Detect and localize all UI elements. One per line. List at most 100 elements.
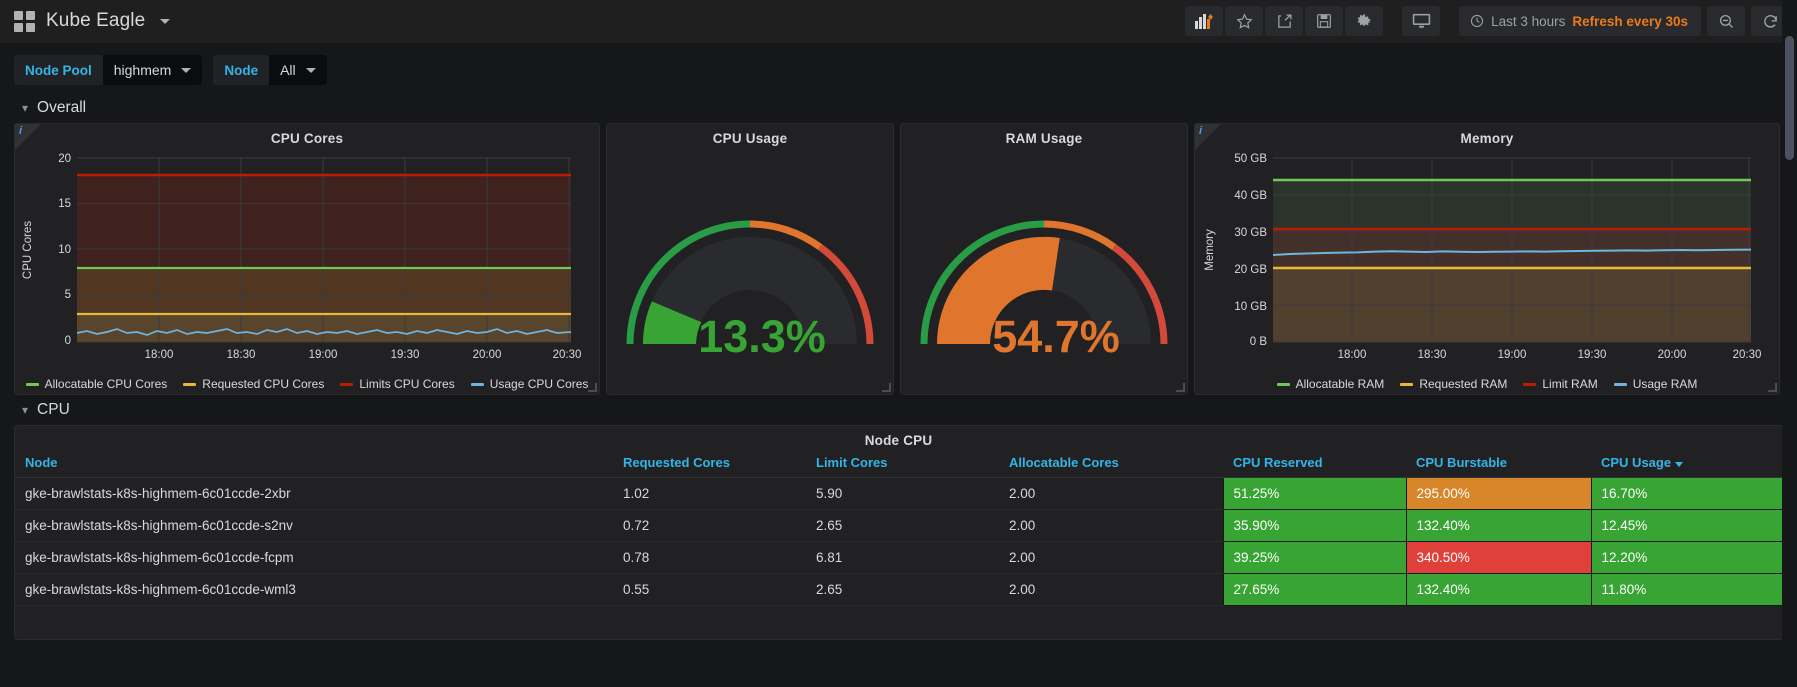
svg-text:19:30: 19:30 — [1578, 349, 1607, 361]
dashboard-brand[interactable]: Kube Eagle — [14, 10, 171, 32]
panel-resize-handle[interactable] — [588, 383, 597, 392]
row-header-overall[interactable]: ▾ Overall — [0, 93, 1797, 123]
cell-allocatable-cores: 2.00 — [999, 509, 1223, 542]
cell-node: gke-brawlstats-k8s-highmem-6c01ccde-s2nv — [15, 509, 613, 542]
legend-item[interactable]: Allocatable RAM — [1276, 377, 1384, 391]
table-row[interactable]: gke-brawlstats-k8s-highmem-6c01ccde-fcpm… — [15, 541, 1782, 574]
settings-button[interactable] — [1345, 6, 1384, 36]
legend-item[interactable]: Limit RAM — [1523, 377, 1598, 391]
panel-cpu-cores: i CPU Cores 20 15 10 5 0 CPU Cores 18:00… — [14, 123, 600, 395]
variable-node-value: All — [280, 62, 296, 78]
refresh-interval-label: Refresh every 30s — [1572, 13, 1688, 29]
svg-text:20: 20 — [58, 153, 71, 165]
cell-cpu-reserved: 27.65% — [1222, 573, 1407, 606]
memory-legend: Allocatable RAM Requested RAM Limit RAM … — [1195, 373, 1779, 391]
memory-graph[interactable]: 50 GB 40 GB 30 GB 20 GB 10 GB 0 B Memory — [1195, 146, 1779, 373]
node-cpu-table: Node Requested Cores Limit Cores Allocat… — [15, 448, 1782, 606]
save-button[interactable] — [1305, 6, 1344, 36]
info-icon: i — [1199, 125, 1203, 137]
table-body: gke-brawlstats-k8s-highmem-6c01ccde-2xbr… — [15, 477, 1782, 606]
overall-panel-row: i CPU Cores 20 15 10 5 0 CPU Cores 18:00… — [0, 123, 1797, 395]
panel-resize-handle[interactable] — [1176, 383, 1185, 392]
table-header-row: Node Requested Cores Limit Cores Allocat… — [15, 448, 1782, 478]
chevron-down-icon — [305, 67, 316, 73]
x-axis-labels: 18:00 18:30 19:00 19:30 20:00 20:30 — [145, 349, 582, 361]
page-scrollbar[interactable] — [1782, 0, 1797, 687]
table-row[interactable]: gke-brawlstats-k8s-highmem-6c01ccde-s2nv… — [15, 509, 1782, 542]
svg-text:10 GB: 10 GB — [1234, 301, 1267, 313]
column-header-cpu-usage[interactable]: CPU Usage — [1591, 448, 1782, 478]
panel-resize-handle[interactable] — [1768, 383, 1777, 392]
add-panel-icon — [1194, 14, 1213, 29]
cell-cpu-usage: 12.20% — [1590, 541, 1782, 574]
gear-icon — [1357, 13, 1371, 26]
chevron-down-icon[interactable] — [160, 18, 171, 24]
gauge-value-label: 13.3% — [698, 311, 826, 362]
legend-item[interactable]: Requested CPU Cores — [183, 377, 324, 391]
legend-item[interactable]: Allocatable CPU Cores — [25, 377, 167, 391]
table-row[interactable]: gke-brawlstats-k8s-highmem-6c01ccde-wml3… — [15, 573, 1782, 606]
time-range-picker[interactable]: Last 3 hours Refresh every 30s — [1459, 6, 1701, 36]
variable-node-pool-dropdown[interactable]: highmem — [102, 55, 203, 85]
star-icon — [1236, 12, 1253, 29]
row-title-overall: Overall — [37, 99, 87, 116]
zoom-out-button[interactable] — [1707, 6, 1745, 36]
legend-item[interactable]: Requested RAM — [1400, 377, 1507, 391]
column-header-cpu-burstable[interactable]: CPU Burstable — [1406, 448, 1591, 478]
column-header-cpu-reserved[interactable]: CPU Reserved — [1223, 448, 1406, 478]
add-panel-button[interactable] — [1185, 6, 1224, 36]
cell-cpu-burstable: 132.40% — [1405, 509, 1592, 542]
cell-node: gke-brawlstats-k8s-highmem-6c01ccde-2xbr — [15, 477, 613, 510]
row-title-cpu: CPU — [37, 401, 70, 418]
cell-node: gke-brawlstats-k8s-highmem-6c01ccde-wml3 — [15, 573, 613, 606]
panel-ram-usage-gauge: RAM Usage 54.7% — [900, 123, 1188, 395]
panel-resize-handle[interactable] — [882, 383, 891, 392]
cell-requested-cores: 0.78 — [613, 541, 806, 574]
svg-text:0 B: 0 B — [1250, 336, 1268, 348]
y-axis-labels: 20 15 10 5 0 — [58, 153, 71, 347]
chevron-down-icon: ▾ — [22, 101, 29, 115]
svg-text:10: 10 — [58, 244, 71, 256]
refresh-icon — [1763, 14, 1777, 28]
legend-color-swatch — [1400, 382, 1414, 386]
column-header-limit-cores[interactable]: Limit Cores — [806, 448, 999, 478]
variable-node: Node All — [213, 55, 327, 85]
column-header-requested-cores[interactable]: Requested Cores — [613, 448, 806, 478]
cell-allocatable-cores: 2.00 — [999, 573, 1223, 606]
ram-usage-gauge-graphic[interactable]: 54.7% — [901, 146, 1187, 397]
gauge-value-label: 54.7% — [992, 311, 1120, 362]
cell-cpu-usage: 11.80% — [1590, 573, 1782, 606]
share-button[interactable] — [1265, 6, 1304, 36]
memory-plot: 50 GB 40 GB 30 GB 20 GB 10 GB 0 B Memory — [1204, 153, 1761, 361]
sort-desc-icon — [1675, 462, 1684, 467]
column-header-allocatable-cores[interactable]: Allocatable Cores — [999, 448, 1223, 478]
legend-label: Requested CPU Cores — [202, 377, 325, 391]
legend-item[interactable]: Usage CPU Cores — [470, 377, 588, 391]
page-title: Kube Eagle — [46, 10, 146, 31]
cpu-usage-gauge-graphic[interactable]: 13.3% — [607, 146, 893, 397]
legend-item[interactable]: Limits CPU Cores — [340, 377, 455, 391]
table-row[interactable]: gke-brawlstats-k8s-highmem-6c01ccde-2xbr… — [15, 477, 1782, 510]
variable-node-pool-label: Node Pool — [14, 55, 103, 85]
cell-limit-cores: 2.65 — [806, 509, 999, 542]
template-variables-bar: Node Pool highmem Node All — [0, 43, 1797, 93]
chevron-down-icon: ▾ — [22, 403, 29, 417]
legend-color-swatch — [183, 382, 197, 386]
star-button[interactable] — [1225, 6, 1264, 36]
zoom-out-icon — [1719, 14, 1733, 28]
cpu-cores-graph[interactable]: 20 15 10 5 0 CPU Cores 18:00 18:30 19:00… — [15, 146, 599, 373]
tv-mode-button[interactable] — [1402, 6, 1441, 36]
cell-cpu-reserved: 35.90% — [1222, 509, 1407, 542]
cell-cpu-reserved: 39.25% — [1222, 541, 1407, 574]
scrollbar-thumb[interactable] — [1785, 36, 1794, 160]
svg-text:0: 0 — [65, 335, 71, 347]
legend-item[interactable]: Usage RAM — [1613, 377, 1697, 391]
svg-text:19:30: 19:30 — [391, 349, 420, 361]
dashboard-page: Kube Eagle Last 3 hours Refresh every 30… — [0, 0, 1797, 687]
variable-node-dropdown[interactable]: All — [269, 55, 327, 85]
column-header-node[interactable]: Node — [15, 448, 613, 478]
cpu-usage-gauge-svg: 13.3% — [626, 220, 874, 362]
row-header-cpu[interactable]: ▾ CPU — [0, 395, 1797, 425]
cell-limit-cores: 6.81 — [806, 541, 999, 574]
legend-color-swatch — [1276, 382, 1290, 386]
